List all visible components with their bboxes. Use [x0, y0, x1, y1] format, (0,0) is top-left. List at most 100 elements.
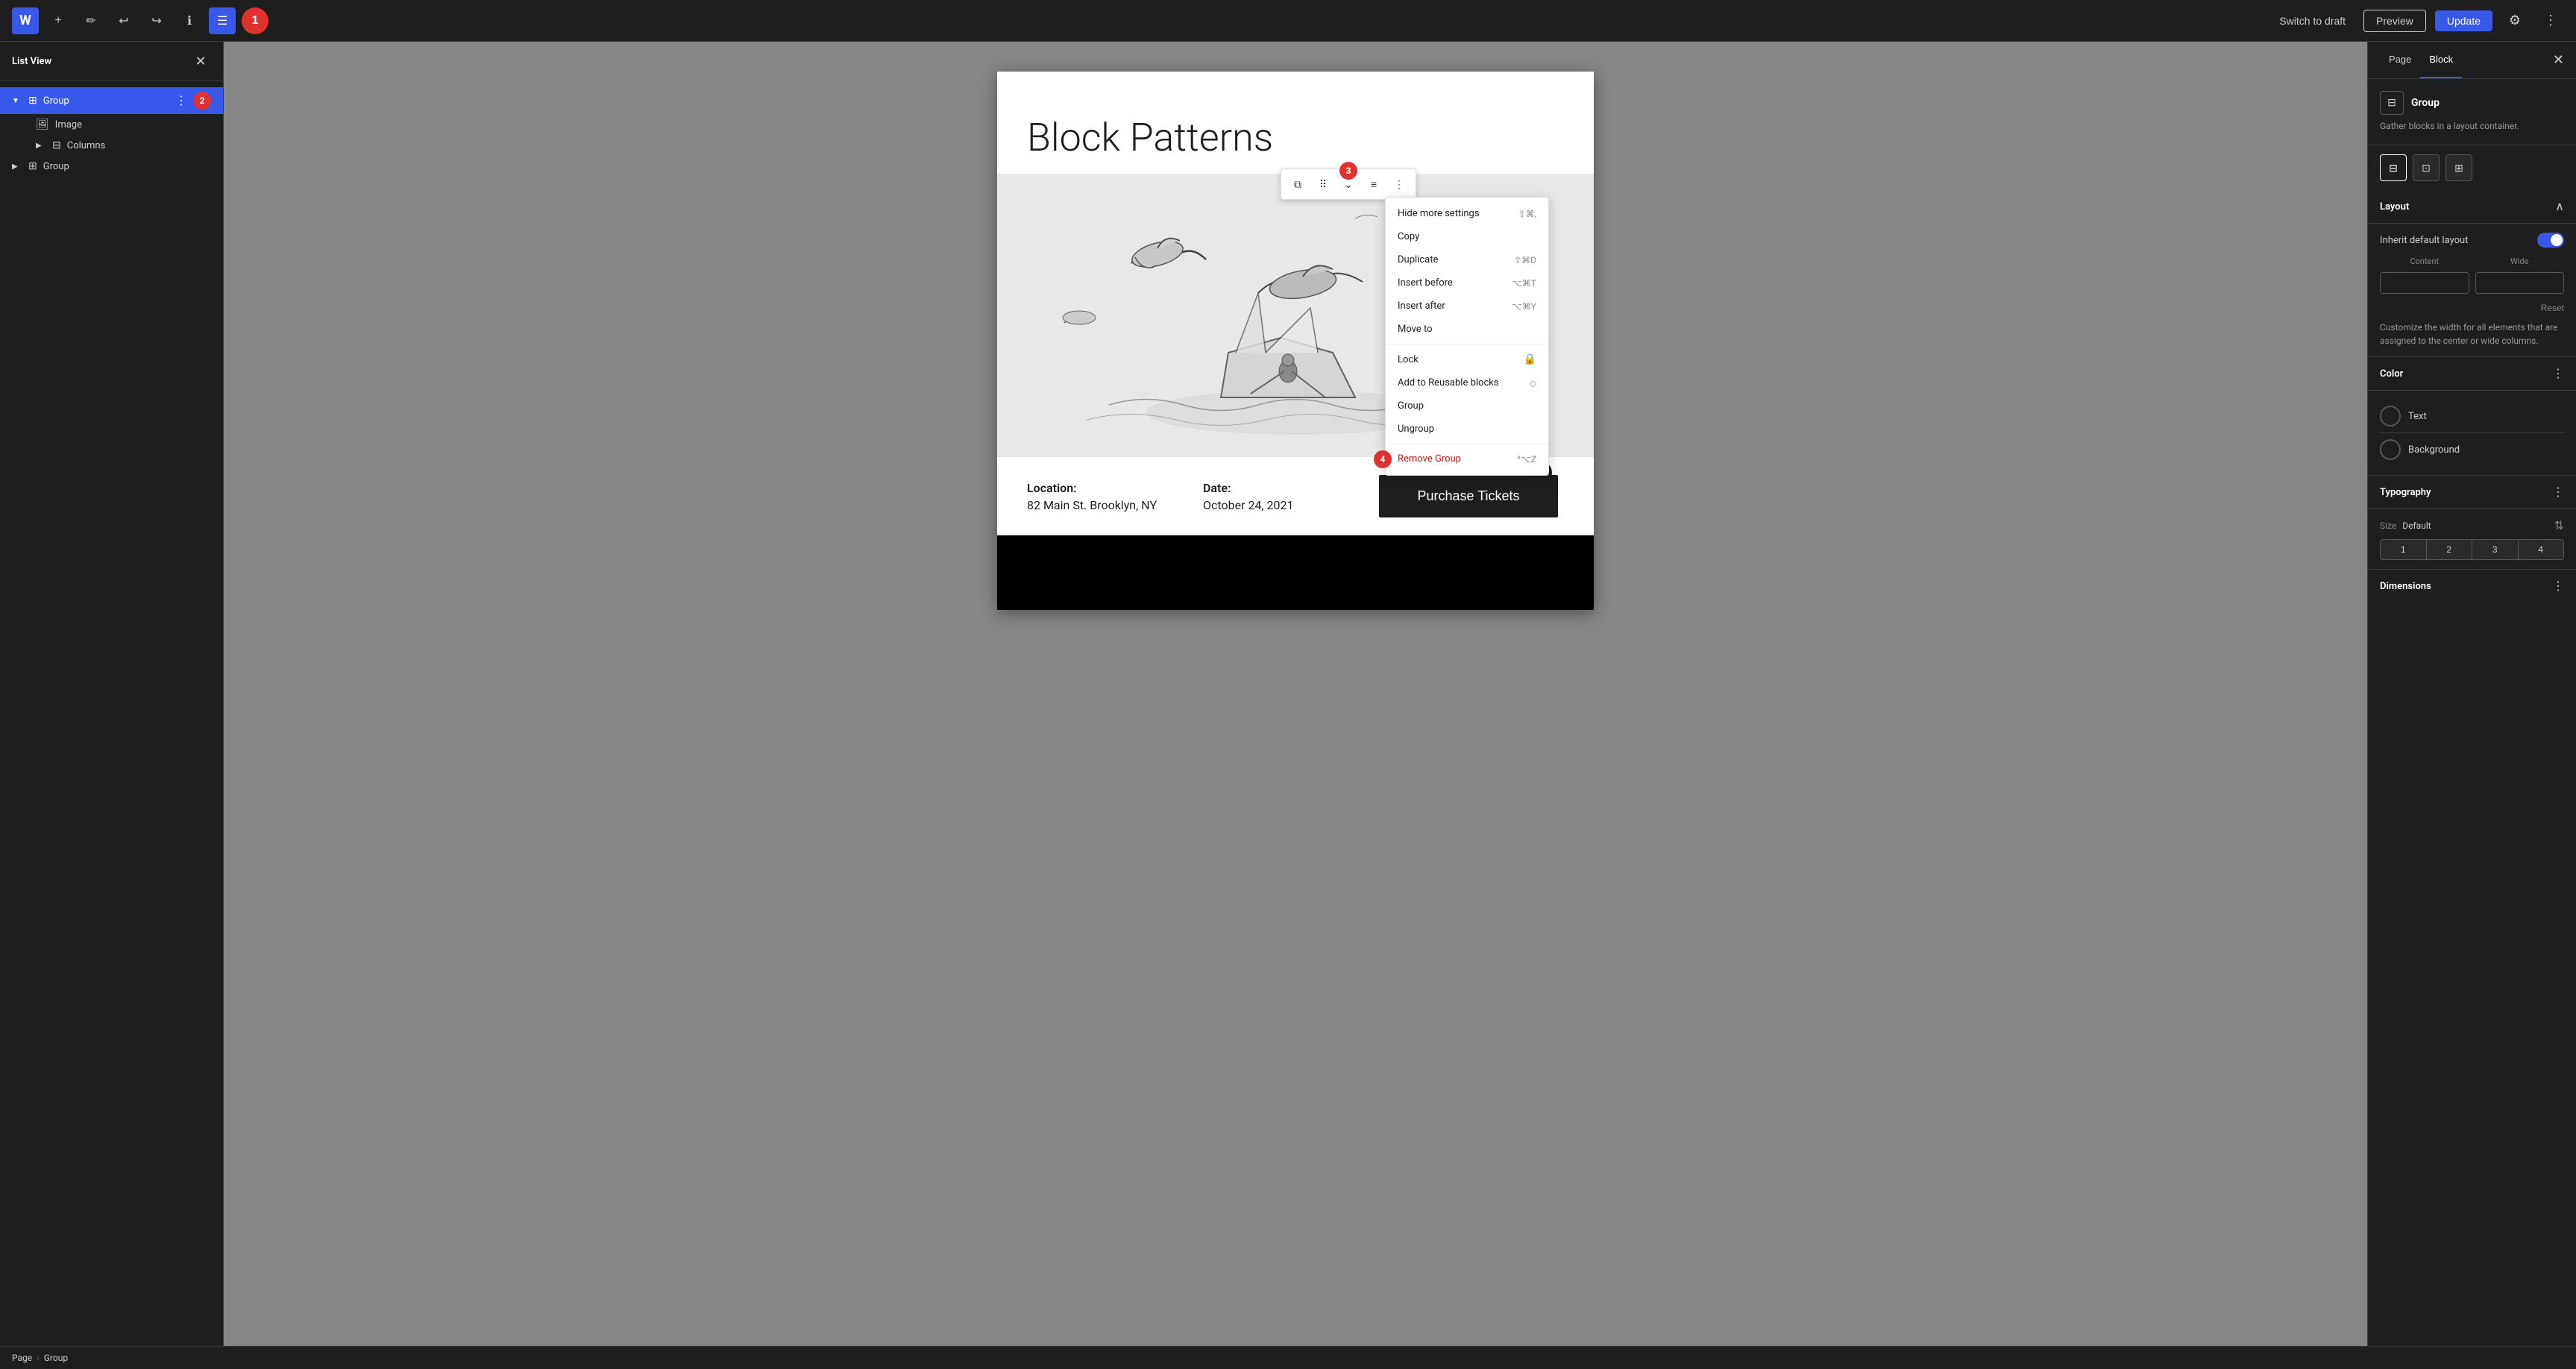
sidebar-tree: ▼ ⊞ Group ⋮ 2 🖼 Image ▶ ⊟ Columns ▶ ⊞ Gr: [0, 81, 223, 1369]
size-buttons-row: 1 2 3 4: [2380, 539, 2564, 560]
event-location: Location: 82 Main St. Brooklyn, NY: [1027, 481, 1203, 512]
image-icon: 🖼: [36, 119, 49, 130]
text-color-label: Text: [2408, 411, 2427, 422]
size-btn-4[interactable]: 4: [2519, 540, 2564, 559]
switch-to-draft-btn[interactable]: Switch to draft: [2270, 10, 2354, 31]
sidebar-item-group-2[interactable]: ▶ ⊞ Group: [0, 156, 223, 177]
sidebar-item-image[interactable]: 🖼 Image: [0, 114, 223, 135]
right-panel: Page Block ✕ ⊟ Group Gather blocks in a …: [2367, 42, 2576, 1369]
ctx-remove-group-label: Remove Group: [1398, 453, 1461, 465]
ctx-insert-before[interactable]: Insert before ⌥⌘T: [1386, 271, 1548, 295]
ctx-add-reusable-icon: ◇: [1530, 378, 1536, 388]
page-header: Block Patterns: [997, 72, 1594, 174]
copy-block-btn[interactable]: ⧉: [1286, 172, 1310, 196]
notifications-badge-btn[interactable]: 1: [242, 7, 268, 34]
content-width-input[interactable]: [2381, 273, 2469, 293]
sidebar-item-columns[interactable]: ▶ ⊟ Columns: [0, 135, 223, 156]
layout-icon-1[interactable]: ⊟: [2380, 154, 2407, 181]
ctx-duplicate[interactable]: Duplicate ⇧⌘D: [1386, 248, 1548, 271]
typography-title: Typography: [2380, 487, 2431, 498]
size-btn-3[interactable]: 3: [2472, 540, 2519, 559]
typography-section-header[interactable]: Typography ⋮: [2368, 476, 2576, 509]
chevron-right-icon-2: ▶: [12, 163, 22, 171]
layout-icon-3[interactable]: ⊞: [2445, 154, 2472, 181]
info-btn[interactable]: ℹ: [176, 7, 203, 34]
group-options-btn[interactable]: ⋮: [175, 93, 187, 108]
ctx-copy-label: Copy: [1398, 231, 1419, 242]
wide-width-input-group: PX ⇅: [2475, 272, 2565, 294]
drag-block-btn[interactable]: ⠿: [1311, 172, 1335, 196]
canvas-area[interactable]: ⧉ ⠿ ⌄ ≡ ⋮ 3 Hide more settings ⇧⌘, Copy: [224, 42, 2367, 1369]
settings-gear-btn[interactable]: ⚙: [2501, 7, 2528, 34]
color-section-content: Text Background: [2368, 391, 2576, 476]
list-view-btn[interactable]: ☰: [209, 7, 236, 34]
sidebar-item-group[interactable]: ▼ ⊞ Group ⋮ 2: [0, 87, 223, 114]
columns-label: Columns: [67, 140, 211, 151]
ctx-copy[interactable]: Copy: [1386, 225, 1548, 248]
step-badge-2: 2: [193, 92, 211, 110]
update-btn[interactable]: Update: [2435, 10, 2492, 31]
ctx-hide-settings-shortcut: ⇧⌘,: [1518, 209, 1536, 219]
dimensions-section-header[interactable]: Dimensions ⋮: [2368, 570, 2576, 602]
text-color-circle[interactable]: [2380, 406, 2401, 427]
close-panel-btn[interactable]: ✕: [2553, 42, 2564, 78]
ctx-remove-group-shortcut: ^⌥Z: [1517, 454, 1536, 465]
ctx-add-reusable[interactable]: Add to Reusable blocks ◇: [1386, 371, 1548, 394]
ctx-remove-group[interactable]: Remove Group ^⌥Z 4: [1386, 447, 1548, 471]
ctx-hide-settings-label: Hide more settings: [1398, 208, 1480, 219]
group-label: Group: [43, 95, 169, 107]
size-label: Size: [2380, 520, 2396, 531]
step-badge-4: 4: [1374, 450, 1392, 468]
ctx-insert-before-shortcut: ⌥⌘T: [1512, 278, 1536, 289]
typography-section-content: Size Default ⇅ 1 2 3 4: [2368, 509, 2576, 570]
more-options-btn[interactable]: ⋮: [2537, 7, 2564, 34]
ctx-ungroup[interactable]: Ungroup: [1386, 418, 1548, 441]
color-title: Color: [2380, 368, 2403, 380]
dimensions-menu-btn[interactable]: ⋮: [2552, 579, 2564, 594]
typography-menu-btn[interactable]: ⋮: [2552, 485, 2564, 500]
input-labels-row: Content Wide: [2380, 257, 2564, 266]
wide-label: Wide: [2475, 257, 2565, 266]
size-btn-1[interactable]: 1: [2381, 540, 2427, 559]
layout-collapse-btn[interactable]: ∧: [2555, 199, 2564, 214]
ctx-move-to[interactable]: Move to: [1386, 318, 1548, 341]
step-badge-3: 3: [1339, 162, 1357, 180]
ctx-insert-after-label: Insert after: [1398, 300, 1445, 312]
ctx-group[interactable]: Group: [1386, 394, 1548, 418]
breadcrumb-separator: ›: [37, 1353, 40, 1363]
page-canvas: ⧉ ⠿ ⌄ ≡ ⋮ 3 Hide more settings ⇧⌘, Copy: [997, 72, 1594, 610]
more-block-options-btn[interactable]: ⋮ 3: [1387, 172, 1411, 196]
reset-layout-btn[interactable]: Reset: [2380, 301, 2564, 315]
list-view-sidebar: List View ✕ ▼ ⊞ Group ⋮ 2 🖼 Image ▶ ⊟ Co…: [0, 42, 224, 1369]
ctx-insert-before-label: Insert before: [1398, 277, 1453, 289]
redo-btn[interactable]: ↪: [143, 7, 170, 34]
layout-icon-2[interactable]: ⊡: [2413, 154, 2440, 181]
ctx-hide-settings[interactable]: Hide more settings ⇧⌘,: [1386, 202, 1548, 225]
background-color-circle[interactable]: [2380, 439, 2401, 460]
tab-block[interactable]: Block: [2420, 42, 2462, 78]
inherit-layout-toggle[interactable]: [2537, 233, 2564, 248]
undo-btn[interactable]: ↩: [110, 7, 137, 34]
tab-page[interactable]: Page: [2380, 42, 2420, 78]
close-sidebar-btn[interactable]: ✕: [190, 51, 211, 72]
edit-btn[interactable]: ✏: [78, 7, 104, 34]
wp-logo[interactable]: W: [12, 7, 39, 34]
layout-section-header[interactable]: Layout ∧: [2368, 190, 2576, 224]
align-block-btn[interactable]: ≡: [1362, 172, 1386, 196]
add-block-toolbar-btn[interactable]: +: [45, 7, 72, 34]
top-toolbar: W + ✏ ↩ ↪ ℹ ☰ 1 Switch to draft Preview …: [0, 0, 2576, 42]
preview-btn[interactable]: Preview: [2363, 10, 2426, 32]
ctx-insert-after[interactable]: Insert after ⌥⌘Y: [1386, 295, 1548, 318]
group-2-label: Group: [43, 161, 211, 172]
size-reset-btn[interactable]: ⇅: [2554, 518, 2564, 533]
wide-width-input[interactable]: [2476, 273, 2565, 293]
color-menu-btn[interactable]: ⋮: [2552, 366, 2564, 381]
color-section-header[interactable]: Color ⋮: [2368, 357, 2576, 391]
breadcrumb-page[interactable]: Page: [12, 1353, 32, 1363]
ctx-move-to-label: Move to: [1398, 324, 1433, 335]
block-type-icon: ⊟: [2387, 97, 2396, 109]
ctx-lock[interactable]: Lock 🔒: [1386, 347, 1548, 371]
purchase-tickets-btn[interactable]: Purchase Tickets: [1379, 475, 1558, 517]
size-btn-2[interactable]: 2: [2427, 540, 2473, 559]
top-bar-right: Switch to draft Preview Update ⚙ ⋮: [2270, 7, 2564, 34]
